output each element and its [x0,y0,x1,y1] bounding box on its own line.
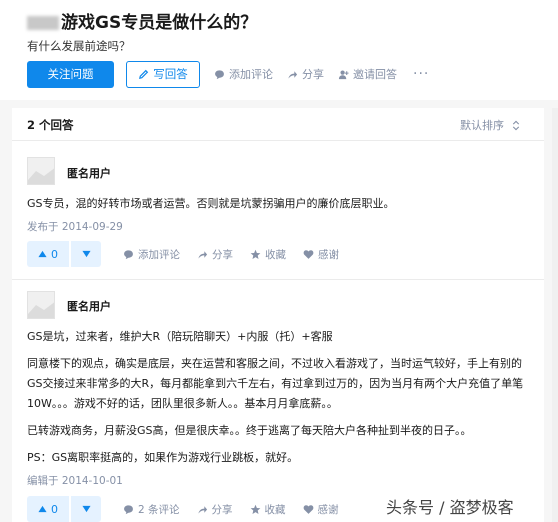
star-icon [250,249,261,259]
question-header: 游戏GS专员是做什么的？ 有什么发展前途吗？ 关注问题 写回答 添加评论 分享 … [0,0,558,100]
write-answer-button[interactable]: 写回答 [126,60,200,88]
triangle-down-icon [81,505,91,513]
comment-icon [124,249,133,259]
upvote-button[interactable]: 0 [27,496,69,522]
author-name[interactable]: 匿名用户 [67,298,111,314]
answer-count: 2 个回答 [27,118,74,132]
downvote-button[interactable] [71,496,101,522]
thanks-button[interactable]: 感谢 [303,502,339,517]
sort-icon [512,120,520,130]
heart-icon [303,504,313,514]
follow-question-button[interactable]: 关注问题 [27,60,114,88]
share-button[interactable]: 分享 [197,502,233,517]
upvote-button[interactable]: 0 [27,241,69,267]
question-actions: 关注问题 写回答 添加评论 分享 邀请回答 ··· [27,60,429,88]
pen-icon [139,69,149,79]
answer-date[interactable]: 发布于 2014-09-29 [27,219,123,234]
share-icon [288,70,298,79]
invite-answer-button[interactable]: 邀请回答 [338,66,397,82]
answer-actions: 0 添加评论 分享 收藏 感谢 [27,241,339,267]
watermark: 头条号 / 盗梦极客 [386,498,514,517]
question-title: 游戏GS专员是做什么的？ [27,8,257,33]
vote-buttons: 0 [27,241,101,267]
triangle-down-icon [81,250,91,258]
collect-button[interactable]: 收藏 [250,502,286,517]
answer-text: GS专员，混的好转市场或者运营。否则就是坑蒙拐骗用户的廉价底层职业。 [27,197,395,210]
answer-paragraph: 已转游戏商务，月薪没GS高，但是很庆幸。。终于逃离了每天陪大户各种扯到半夜的日子… [27,424,472,437]
divider [12,140,544,141]
add-comment-button[interactable]: 添加评论 [214,66,273,82]
answers-list: 2 个回答 默认排序 匿名用户 GS专员，混的好转市场或者运营。否则就是坑蒙拐骗… [12,108,544,522]
comment-button[interactable]: 2 条评论 [123,502,180,517]
answer-actions: 0 2 条评论 分享 收藏 感谢 [27,496,339,522]
star-icon [250,504,260,514]
comment-icon [215,69,224,79]
divider [12,279,544,280]
share-button[interactable]: 分享 [197,247,233,262]
comment-button[interactable]: 添加评论 [123,247,180,262]
answer-date[interactable]: 编辑于 2014-10-01 [27,473,123,488]
thanks-button[interactable]: 感谢 [303,247,339,262]
heart-icon [303,249,314,259]
question-detail: 有什么发展前途吗？ [27,39,131,53]
answer-paragraph: 同意楼下的观点，确实是底层，夹在运营和客服之间，不过收入看游戏了，当时运气较好，… [27,357,524,410]
share-button[interactable]: 分享 [287,66,324,82]
invite-icon [338,70,349,79]
sort-dropdown[interactable]: 默认排序 [460,117,520,133]
avatar[interactable] [27,291,55,319]
scrollbar[interactable] [552,108,558,522]
answer-paragraph: PS：GS离职率挺高的，如果作为游戏行业跳板，就好。 [27,451,299,464]
triangle-up-icon [38,505,47,513]
triangle-up-icon [38,250,47,258]
redacted-text [27,16,59,30]
comment-icon [124,504,133,514]
author-name[interactable]: 匿名用户 [67,165,111,181]
more-button[interactable]: ··· [413,66,429,82]
downvote-button[interactable] [71,241,101,267]
vote-buttons: 0 [27,496,101,522]
share-icon [198,250,208,259]
avatar[interactable] [27,157,55,185]
collect-button[interactable]: 收藏 [250,247,286,262]
answer-paragraph: GS是坑，过来者，维护大R（陪玩陪聊天）+内服（托）+客服 [27,330,333,343]
share-icon [197,505,207,514]
